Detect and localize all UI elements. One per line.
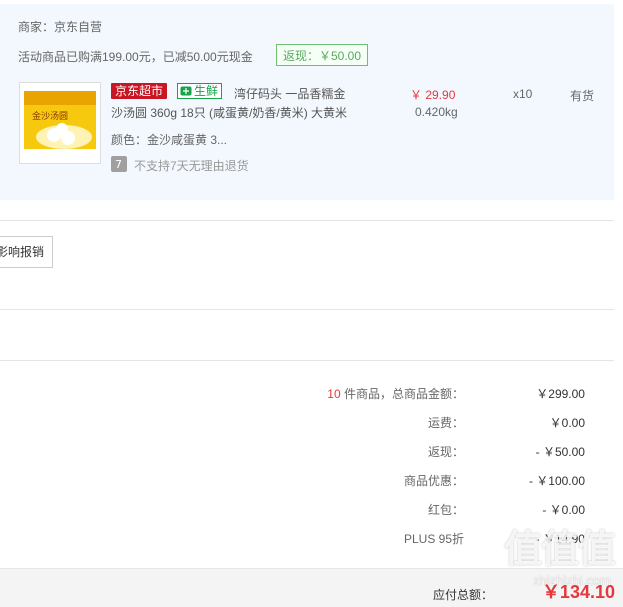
fresh-tag-label: 生鲜: [194, 84, 219, 98]
fresh-tag: 生鲜: [177, 83, 223, 99]
product-weight: 0.420kg: [415, 105, 458, 119]
product-title-line1[interactable]: 湾仔码头 一品香糯金: [234, 85, 345, 102]
item-total-label-text: 件商品，总商品金额：: [343, 387, 464, 401]
item-total-value: ￥299.00: [536, 387, 585, 401]
no-return-icon-glyph: 7: [115, 158, 122, 171]
watermark-logo: 值值值: [503, 529, 616, 571]
discount-label: 商品优惠：: [403, 474, 464, 488]
product-image[interactable]: 金沙汤圆: [19, 82, 101, 164]
section-divider: [0, 220, 614, 221]
product-quantity: x10: [513, 87, 533, 101]
discount-value: - ￥100.00: [528, 474, 585, 488]
item-total-label: 10 件商品，总商品金额：: [327, 385, 464, 402]
product-title-line2[interactable]: 沙汤圆 360g 18只 (咸蛋黄/奶香/黄米) 大黄米: [111, 104, 347, 121]
redpacket-value: - ￥0.00: [542, 503, 585, 517]
product-price: ￥ 29.90: [410, 88, 456, 102]
invoice-button-label: 影响报销: [0, 245, 45, 259]
shipping-label: 运费：: [427, 416, 464, 430]
rebate-label: 返现：: [427, 445, 464, 459]
no-return-icon: 7: [111, 156, 127, 172]
product-image-text: 金沙汤圆: [32, 110, 68, 122]
stock-status: 有货: [570, 89, 595, 103]
product-color-attribute: 颜色：金沙咸蛋黄 3...: [111, 133, 228, 147]
return-policy-text: 不支持7天无理由退货: [134, 159, 249, 173]
item-count: 10: [327, 387, 341, 401]
invoice-reimbursement-button[interactable]: 影响报销: [0, 236, 53, 268]
promo-text: 活动商品已购满199.00元，已减50.00元现金: [18, 50, 253, 64]
fresh-leaf-icon: [180, 86, 192, 96]
redpacket-label: 红包：: [427, 503, 464, 517]
rebate-value: - ￥50.00: [535, 445, 585, 459]
total-label: 应付总额：: [432, 588, 493, 602]
rebate-badge: 返现：￥50.00: [276, 44, 368, 66]
section-divider: [0, 309, 614, 310]
merchant-label: 商家：京东自营: [18, 20, 103, 34]
product-image-art: 金沙汤圆: [20, 83, 100, 163]
jd-supermarket-tag: 京东超市: [111, 83, 168, 99]
section-divider: [0, 360, 614, 361]
plus-discount-label: PLUS 95折: [403, 532, 464, 546]
shipping-value: ￥0.00: [549, 416, 585, 430]
total-footer-bar: [0, 568, 623, 607]
watermark-url: zhizhizhi.com: [532, 573, 611, 588]
